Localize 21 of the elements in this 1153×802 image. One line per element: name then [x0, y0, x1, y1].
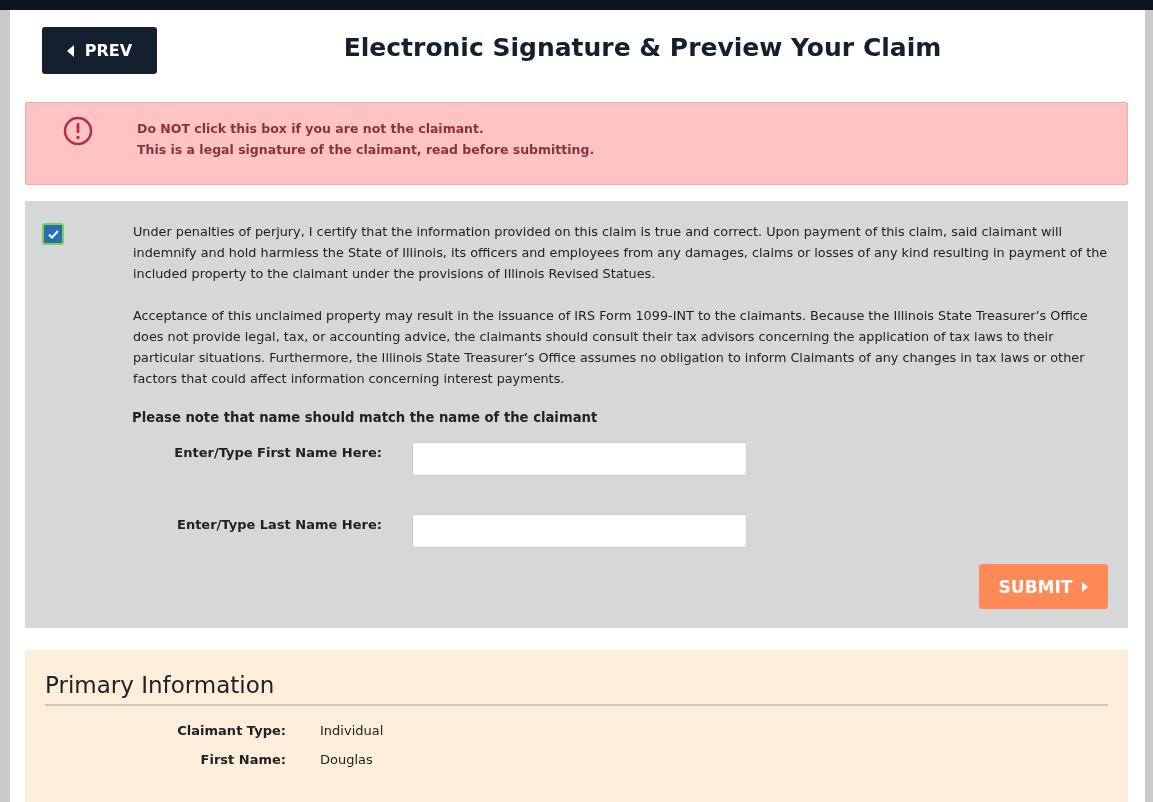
section-title: Primary Information — [45, 672, 1108, 706]
name-input[interactable] — [412, 514, 747, 548]
field-label: Enter/Type Last Name Here: — [176, 516, 382, 532]
certification-paragraph: Under penalties of perjury, I certify that the information provided on this claim is true and correct. Upon payment of this claim, said claimant will indemnify and hold harmless the State of Illinois, its officers and employees from any damages, claims or losses of any kind resulting in payment of the included property to the claimant under the provisions of Illinois Revised Statues. — [133, 223, 1108, 283]
checkmark-icon — [47, 229, 59, 239]
info-value: Douglas — [320, 752, 373, 767]
page-title: Electronic Signature & Preview Your Claim — [342, 33, 943, 62]
info-label: Claimant Type: — [176, 723, 286, 738]
warning-text: Do NOT click this box if you are not the claimant. — [137, 120, 485, 138]
field-label: Enter/Type First Name Here: — [173, 444, 382, 460]
name-input[interactable] — [412, 442, 747, 476]
caret-right-icon — [1082, 581, 1089, 592]
prev-button[interactable]: PREV — [42, 27, 157, 74]
info-label: First Name: — [199, 752, 286, 767]
warning-text: This is a legal signature of the claimant, read before submitting. — [137, 141, 595, 159]
name-note: Please note that name should match the name of the claimant — [132, 410, 599, 425]
certification-paragraph: Acceptance of this unclaimed property may result in the issuance of IRS Form 1099-INT to the claimants. Because the Illinois State Treasurer’s Office does not provide legal, tax, or accounting advice, the claimants should consult their tax advisors concerning the application of tax laws to their particular situations. Furthermore, the Illinois State Treasurer’s Office assumes no obligation to inform Claimants of any changes in tax laws or other factors that could affect information concerning interest payments. — [133, 307, 1089, 388]
exclamation-circle-icon — [63, 116, 93, 146]
caret-left-icon — [66, 44, 75, 57]
info-value: Individual — [320, 723, 384, 738]
certify-checkbox[interactable] — [42, 223, 64, 245]
